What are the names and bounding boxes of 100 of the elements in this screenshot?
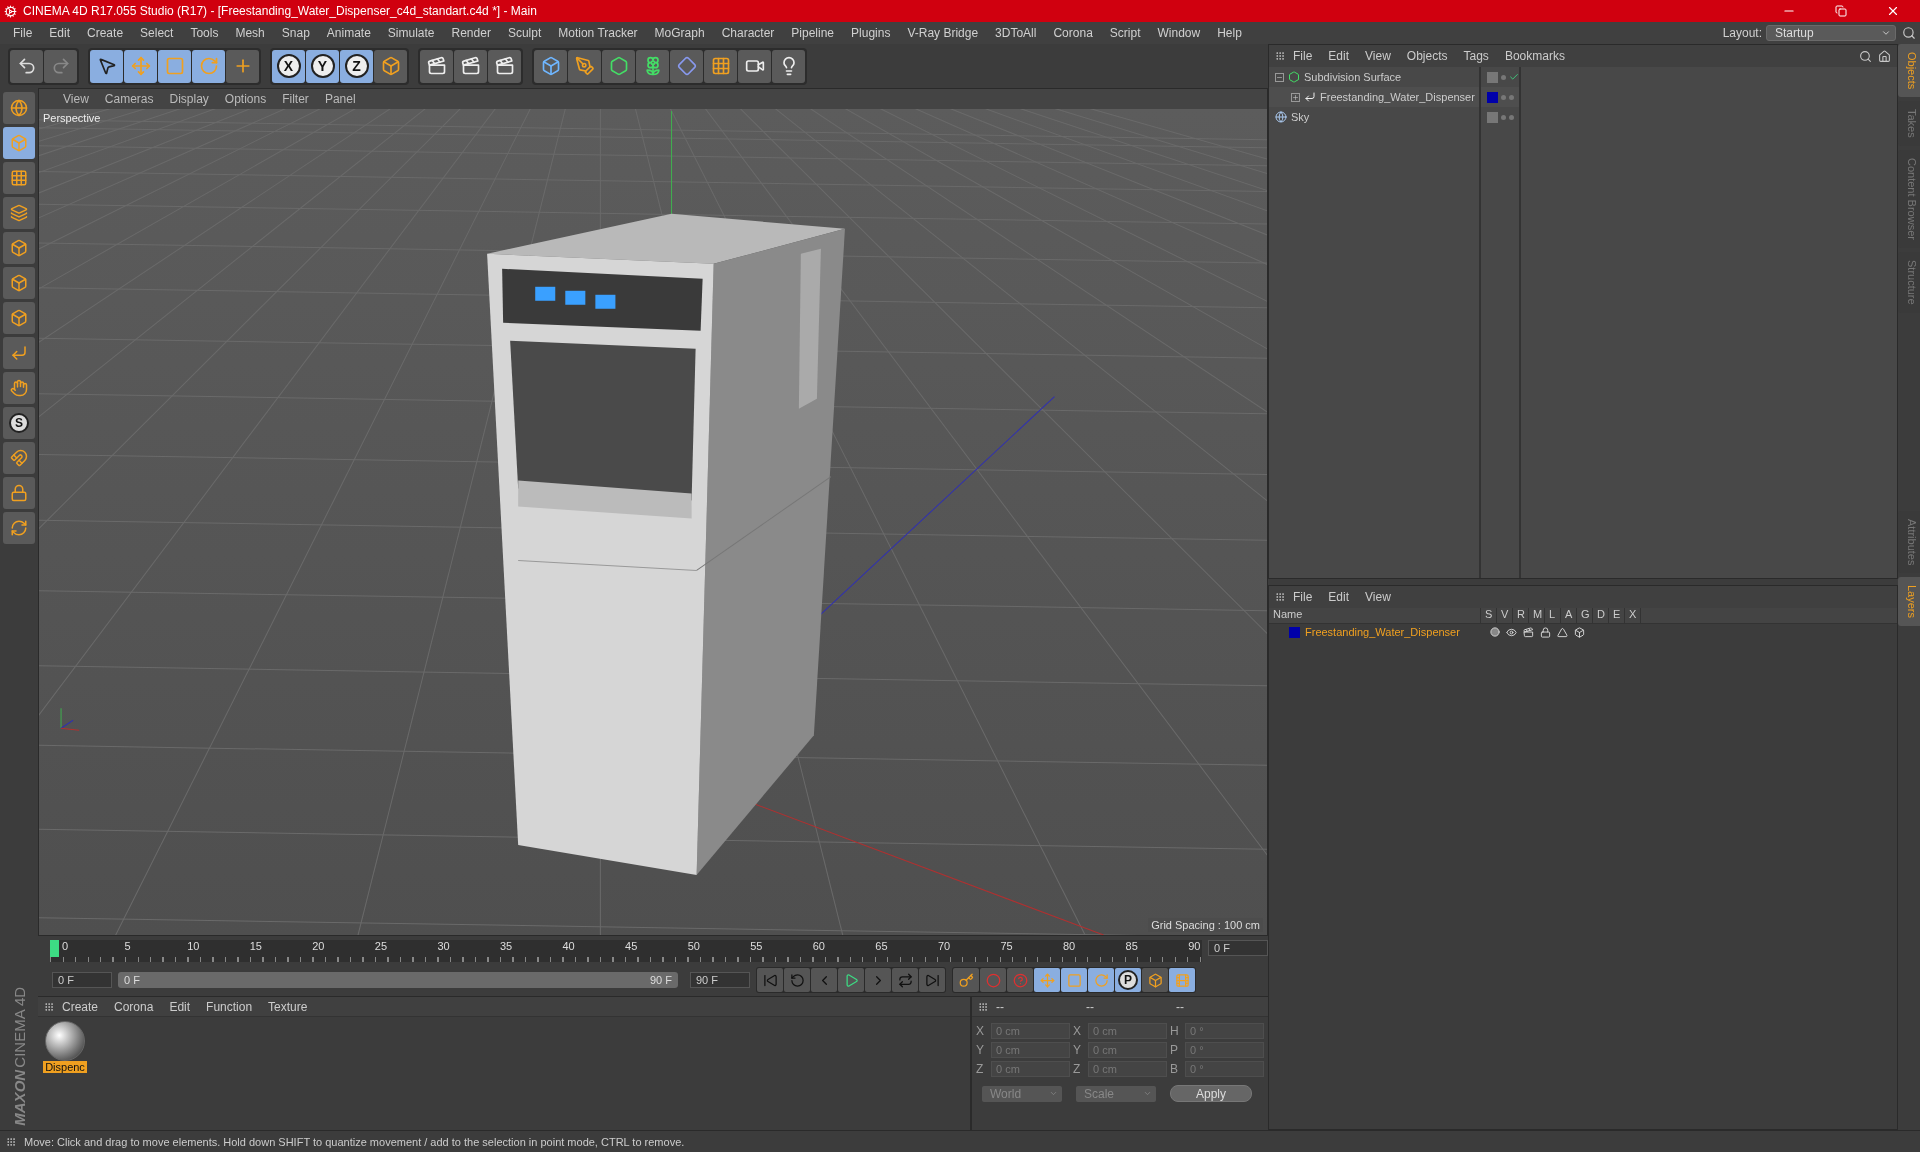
menu-item[interactable]: Animate <box>317 26 379 40</box>
panel-menu-item[interactable]: Texture <box>260 999 316 1014</box>
axis-lock-button[interactable]: Z <box>340 49 373 83</box>
menu-item[interactable]: Pipeline <box>782 26 843 40</box>
side-tab[interactable]: Layers <box>1898 576 1920 626</box>
transport-button[interactable] <box>784 968 810 992</box>
eye-icon[interactable] <box>1506 626 1517 638</box>
layer-swatch[interactable] <box>1487 91 1498 103</box>
visibility-dot[interactable] <box>1501 94 1506 100</box>
render-dot[interactable] <box>1509 114 1514 120</box>
side-tab[interactable]: Objects <box>1898 44 1920 98</box>
menu-item[interactable]: Tools <box>181 26 227 40</box>
key-button[interactable] <box>953 968 979 992</box>
menu-item[interactable]: Sculpt <box>498 26 550 40</box>
mode-button[interactable] <box>3 197 35 229</box>
menu-item[interactable]: Simulate <box>378 26 443 40</box>
panel-menu-item[interactable]: View <box>1357 49 1399 63</box>
tool-button[interactable] <box>226 49 259 83</box>
mode-button[interactable] <box>3 372 35 404</box>
lock-icon[interactable] <box>1540 626 1551 638</box>
transport-button[interactable] <box>811 968 837 992</box>
mode-button[interactable] <box>3 92 35 124</box>
menu-item[interactable]: Render <box>442 26 499 40</box>
menu-item[interactable]: Window <box>1148 26 1209 40</box>
home-icon[interactable] <box>1878 49 1891 63</box>
menu-item[interactable]: MoGraph <box>645 26 713 40</box>
current-frame-field[interactable]: 0 F <box>1208 940 1268 956</box>
panel-menu-item[interactable]: Objects <box>1398 49 1456 63</box>
solo-icon[interactable] <box>1490 626 1500 637</box>
panel-menu-item[interactable]: File <box>1285 590 1321 604</box>
triangle-icon[interactable] <box>1557 626 1568 638</box>
menu-item[interactable]: Corona <box>1044 26 1101 40</box>
tool-button[interactable] <box>158 49 191 83</box>
tool-button[interactable] <box>568 49 601 83</box>
panel-menu-item[interactable]: File <box>1285 49 1321 63</box>
menu-item[interactable]: Edit <box>40 26 79 40</box>
end-frame-field[interactable]: 90 F <box>690 972 750 988</box>
menu-item[interactable]: Character <box>712 26 783 40</box>
clapperboard-icon[interactable] <box>1523 626 1534 638</box>
viewport-menu-item[interactable]: Cameras <box>96 92 162 106</box>
collapse-icon[interactable] <box>1275 72 1284 82</box>
transport-button[interactable] <box>892 968 918 992</box>
menu-item[interactable]: Select <box>131 26 182 40</box>
check-icon[interactable] <box>1509 72 1519 82</box>
menu-item[interactable]: Plugins <box>842 26 899 40</box>
mode-button[interactable] <box>3 302 35 334</box>
tool-button[interactable] <box>636 49 669 83</box>
layer-swatch[interactable] <box>1487 111 1498 123</box>
panel-menu-item[interactable]: Create <box>54 999 107 1014</box>
mode-button[interactable] <box>3 442 35 474</box>
object-row[interactable]: Freestanding_Water_Dispenser <box>1269 87 1479 107</box>
viewport-menu-item[interactable]: View <box>55 92 97 106</box>
menu-item[interactable]: File <box>4 26 41 40</box>
tool-button[interactable] <box>738 49 771 83</box>
mode-button[interactable] <box>3 512 35 544</box>
material-item[interactable]: Dispenc <box>42 1021 88 1073</box>
panel-menu-item[interactable]: View <box>1357 590 1399 604</box>
panel-menu-item[interactable]: Corona <box>106 999 162 1014</box>
tool-button[interactable] <box>90 49 123 83</box>
tool-button[interactable] <box>124 49 157 83</box>
cube-icon[interactable] <box>1574 626 1585 638</box>
menu-item[interactable]: Create <box>78 26 132 40</box>
menu-item[interactable]: Help <box>1208 26 1250 40</box>
tool-button[interactable] <box>772 49 805 83</box>
menu-item[interactable]: 3DToAll <box>986 26 1045 40</box>
transport-button[interactable] <box>919 968 945 992</box>
tool-button[interactable] <box>488 49 521 83</box>
menu-item[interactable]: Script <box>1100 26 1149 40</box>
mode-button[interactable] <box>3 267 35 299</box>
visibility-dot[interactable] <box>1501 74 1506 80</box>
tool-button[interactable] <box>10 49 43 83</box>
menu-item[interactable]: Mesh <box>226 26 273 40</box>
layer-swatch[interactable] <box>1289 626 1300 638</box>
axis-lock-button[interactable]: Y <box>306 49 339 83</box>
axis-lock-button[interactable]: X <box>272 49 305 83</box>
layer-swatch[interactable] <box>1487 71 1498 83</box>
panel-menu-item[interactable]: Edit <box>1320 49 1358 63</box>
key-button[interactable] <box>1142 968 1168 992</box>
transport-button[interactable] <box>865 968 891 992</box>
viewport-menu-item[interactable]: Display <box>161 92 217 106</box>
panel-menu-item[interactable]: Bookmarks <box>1496 49 1573 63</box>
search-icon[interactable] <box>1859 49 1872 63</box>
viewport-menu-item[interactable]: Options <box>216 92 275 106</box>
panel-menu-item[interactable]: Edit <box>161 999 199 1014</box>
tool-button[interactable] <box>374 49 407 83</box>
transport-button[interactable] <box>838 968 864 992</box>
menu-item[interactable]: Motion Tracker <box>549 26 646 40</box>
expand-icon[interactable] <box>1291 92 1300 102</box>
viewport-menu-item[interactable]: Panel <box>316 92 364 106</box>
layer-name[interactable]: Freestanding_Water_Dispenser <box>1305 626 1485 638</box>
frame-range-slider[interactable]: 0 F 90 F <box>118 972 678 988</box>
render-dot[interactable] <box>1509 94 1514 100</box>
tool-button[interactable] <box>454 49 487 83</box>
mode-button[interactable] <box>3 232 35 264</box>
transport-button[interactable] <box>757 968 783 992</box>
tool-button[interactable] <box>420 49 453 83</box>
panel-menu-item[interactable]: Tags <box>1455 49 1497 63</box>
mode-button[interactable]: S <box>3 407 35 439</box>
viewport-menu-item[interactable]: Filter <box>274 92 317 106</box>
visibility-dot[interactable] <box>1501 114 1506 120</box>
